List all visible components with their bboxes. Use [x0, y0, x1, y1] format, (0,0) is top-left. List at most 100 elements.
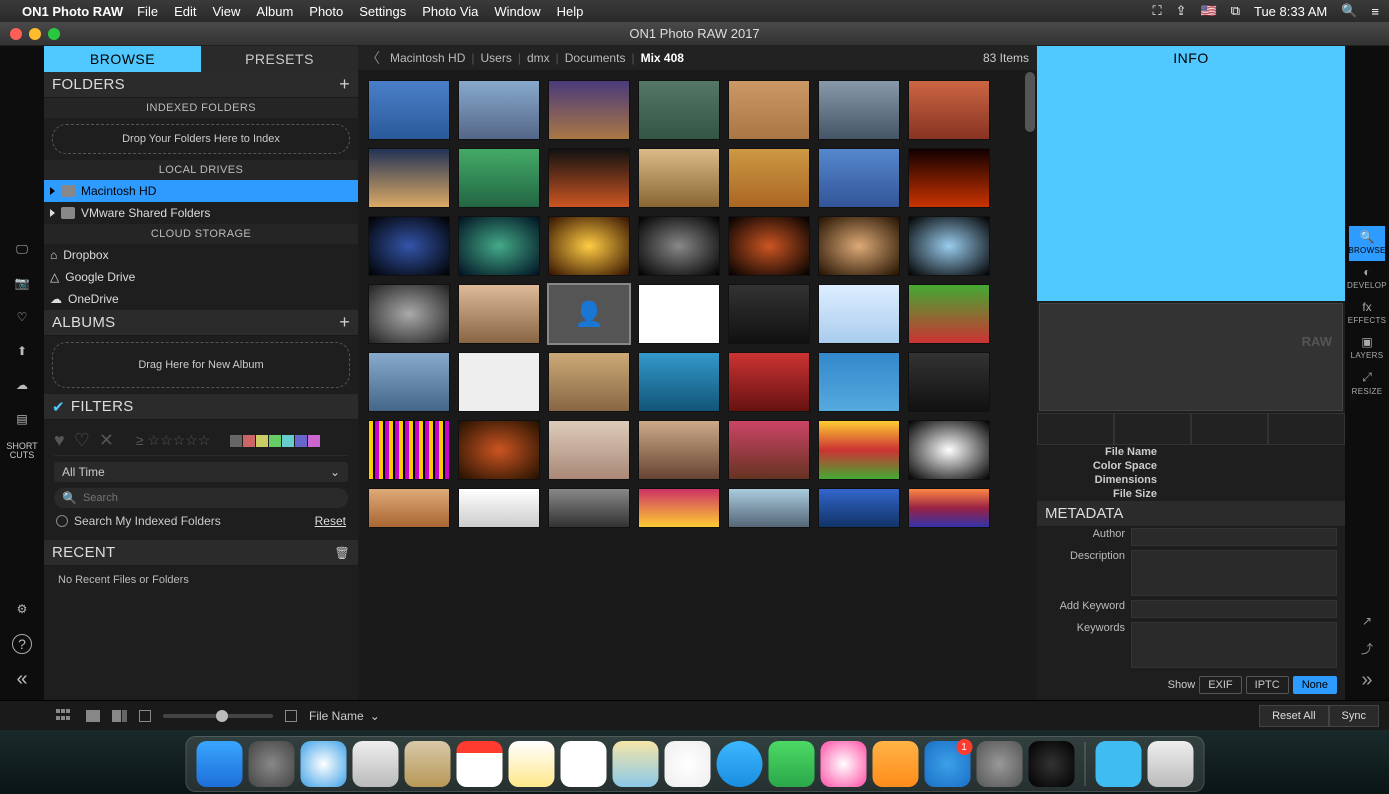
thumbnail[interactable]	[368, 148, 450, 208]
thumbnail[interactable]	[458, 488, 540, 528]
thumbnail[interactable]	[368, 488, 450, 528]
tab-presets[interactable]: PRESETS	[201, 46, 358, 72]
thumbnail[interactable]	[548, 80, 630, 140]
dock-mail-icon[interactable]	[352, 741, 398, 787]
search-field[interactable]: 🔍	[54, 488, 348, 508]
tool-cloud-icon[interactable]: ☁	[9, 372, 35, 398]
thumbnail[interactable]	[458, 80, 540, 140]
module-develop-button[interactable]: ◐DEVELOP	[1349, 261, 1385, 296]
filters-check-icon[interactable]: ✔	[52, 398, 65, 416]
reset-all-button[interactable]: Reset All	[1259, 705, 1328, 727]
sync-button[interactable]: Sync	[1329, 705, 1379, 727]
show-none-button[interactable]: None	[1293, 676, 1337, 694]
vertical-scrollbar[interactable]	[1023, 70, 1037, 700]
meta-author-input[interactable]	[1131, 528, 1337, 546]
dock-appstore-icon[interactable]: 1	[924, 741, 970, 787]
thumbnail[interactable]	[728, 148, 810, 208]
menu-settings[interactable]: Settings	[359, 4, 406, 19]
crumb[interactable]: Users	[480, 51, 511, 65]
tool-camera-icon[interactable]: 📷	[9, 270, 35, 296]
thumbnail[interactable]	[458, 352, 540, 412]
settings-gear-icon[interactable]: ⚙	[9, 596, 35, 622]
add-folder-icon[interactable]: +	[339, 74, 350, 95]
meta-addkw-input[interactable]	[1131, 600, 1337, 618]
dock-maps-icon[interactable]	[612, 741, 658, 787]
dock-contacts-icon[interactable]	[404, 741, 450, 787]
thumbnail[interactable]	[548, 148, 630, 208]
thumbnail[interactable]	[818, 284, 900, 344]
fit-checkbox[interactable]	[139, 710, 151, 722]
tool-layers-icon[interactable]: ▤	[9, 406, 35, 432]
dock-safari-icon[interactable]	[300, 741, 346, 787]
thumbnail[interactable]	[638, 488, 720, 528]
color-label-filter[interactable]	[230, 435, 320, 447]
thumbnail[interactable]	[638, 216, 720, 276]
thumbnail[interactable]	[638, 148, 720, 208]
module-layers-button[interactable]: ▣LAYERS	[1349, 331, 1385, 366]
thumbnail[interactable]	[368, 352, 450, 412]
single-view-button[interactable]	[86, 710, 100, 722]
collapse-left-icon[interactable]: «	[9, 666, 35, 692]
menu-window[interactable]: Window	[494, 4, 540, 19]
thumbnail[interactable]	[368, 216, 450, 276]
meta-keywords-input[interactable]	[1131, 622, 1337, 668]
crumb[interactable]: Macintosh HD	[390, 51, 465, 65]
thumbnail[interactable]	[638, 420, 720, 480]
thumbnail[interactable]	[368, 80, 450, 140]
thumbnail[interactable]	[818, 352, 900, 412]
radio-icon[interactable]	[56, 515, 68, 527]
dock-finder-icon[interactable]	[196, 741, 242, 787]
disclosure-icon[interactable]	[50, 209, 55, 217]
thumbnail[interactable]	[908, 352, 990, 412]
disclosure-icon[interactable]	[50, 187, 55, 195]
thumbnail[interactable]	[728, 216, 810, 276]
thumbnail[interactable]	[908, 148, 990, 208]
meta-description-input[interactable]	[1131, 550, 1337, 596]
flag-icon[interactable]: 🇺🇸	[1201, 3, 1217, 19]
thumbnail[interactable]	[548, 216, 630, 276]
menu-file[interactable]: File	[137, 4, 158, 19]
clock[interactable]: Tue 8:33 AM	[1254, 4, 1327, 19]
thumbnail[interactable]	[548, 420, 630, 480]
thumbnail[interactable]	[818, 420, 900, 480]
show-iptc-button[interactable]: IPTC	[1246, 676, 1289, 694]
menu-photo[interactable]: Photo	[309, 4, 343, 19]
menu-icon[interactable]: ≡	[1371, 4, 1379, 19]
thumbnail[interactable]	[458, 216, 540, 276]
thumbnail-size-slider[interactable]	[163, 714, 273, 718]
thumbnail[interactable]	[908, 420, 990, 480]
module-browse-button[interactable]: 🔍BROWSE	[1349, 226, 1385, 261]
thumbnail[interactable]	[548, 488, 630, 528]
thumbnail[interactable]	[638, 80, 720, 140]
thumbnail[interactable]	[728, 284, 810, 344]
compare-view-button[interactable]	[112, 710, 127, 722]
share-icon[interactable]: ↗	[1362, 614, 1372, 628]
module-resize-button[interactable]: ⤢RESIZE	[1349, 366, 1385, 402]
thumbnail[interactable]	[818, 488, 900, 528]
tray-icon-2[interactable]: ⇪	[1176, 3, 1187, 19]
thumbnail[interactable]	[818, 216, 900, 276]
thumbnail-selected[interactable]: 👤	[548, 284, 630, 344]
thumbnail[interactable]	[458, 420, 540, 480]
thumbnail[interactable]	[908, 488, 990, 528]
index-drop-zone[interactable]: Drop Your Folders Here to Index	[52, 124, 350, 154]
thumbnail[interactable]	[908, 284, 990, 344]
dock-calendar-icon[interactable]	[456, 741, 502, 787]
thumbnail[interactable]	[908, 216, 990, 276]
dock-on1-icon[interactable]	[1028, 741, 1074, 787]
module-effects-button[interactable]: fxEFFECTS	[1349, 296, 1385, 331]
thumbnail[interactable]	[728, 352, 810, 412]
recent-section-head[interactable]: RECENT 🗑	[44, 540, 358, 566]
album-drop-zone[interactable]: Drag Here for New Album	[52, 342, 350, 388]
tool-display-icon[interactable]: 🖵	[9, 236, 35, 262]
cloud-dropbox[interactable]: ⌂Dropbox	[44, 244, 358, 266]
minimize-window-button[interactable]	[29, 28, 41, 40]
menu-view[interactable]: View	[212, 4, 240, 19]
crumb[interactable]: dmx	[527, 51, 550, 65]
breadcrumb-back-icon[interactable]: 〈	[366, 48, 380, 68]
thumbnail[interactable]	[728, 488, 810, 528]
thumbnail[interactable]	[638, 352, 720, 412]
menu-edit[interactable]: Edit	[174, 4, 196, 19]
albums-section-head[interactable]: ALBUMS +	[44, 310, 358, 336]
dock-facetime-icon[interactable]	[768, 741, 814, 787]
